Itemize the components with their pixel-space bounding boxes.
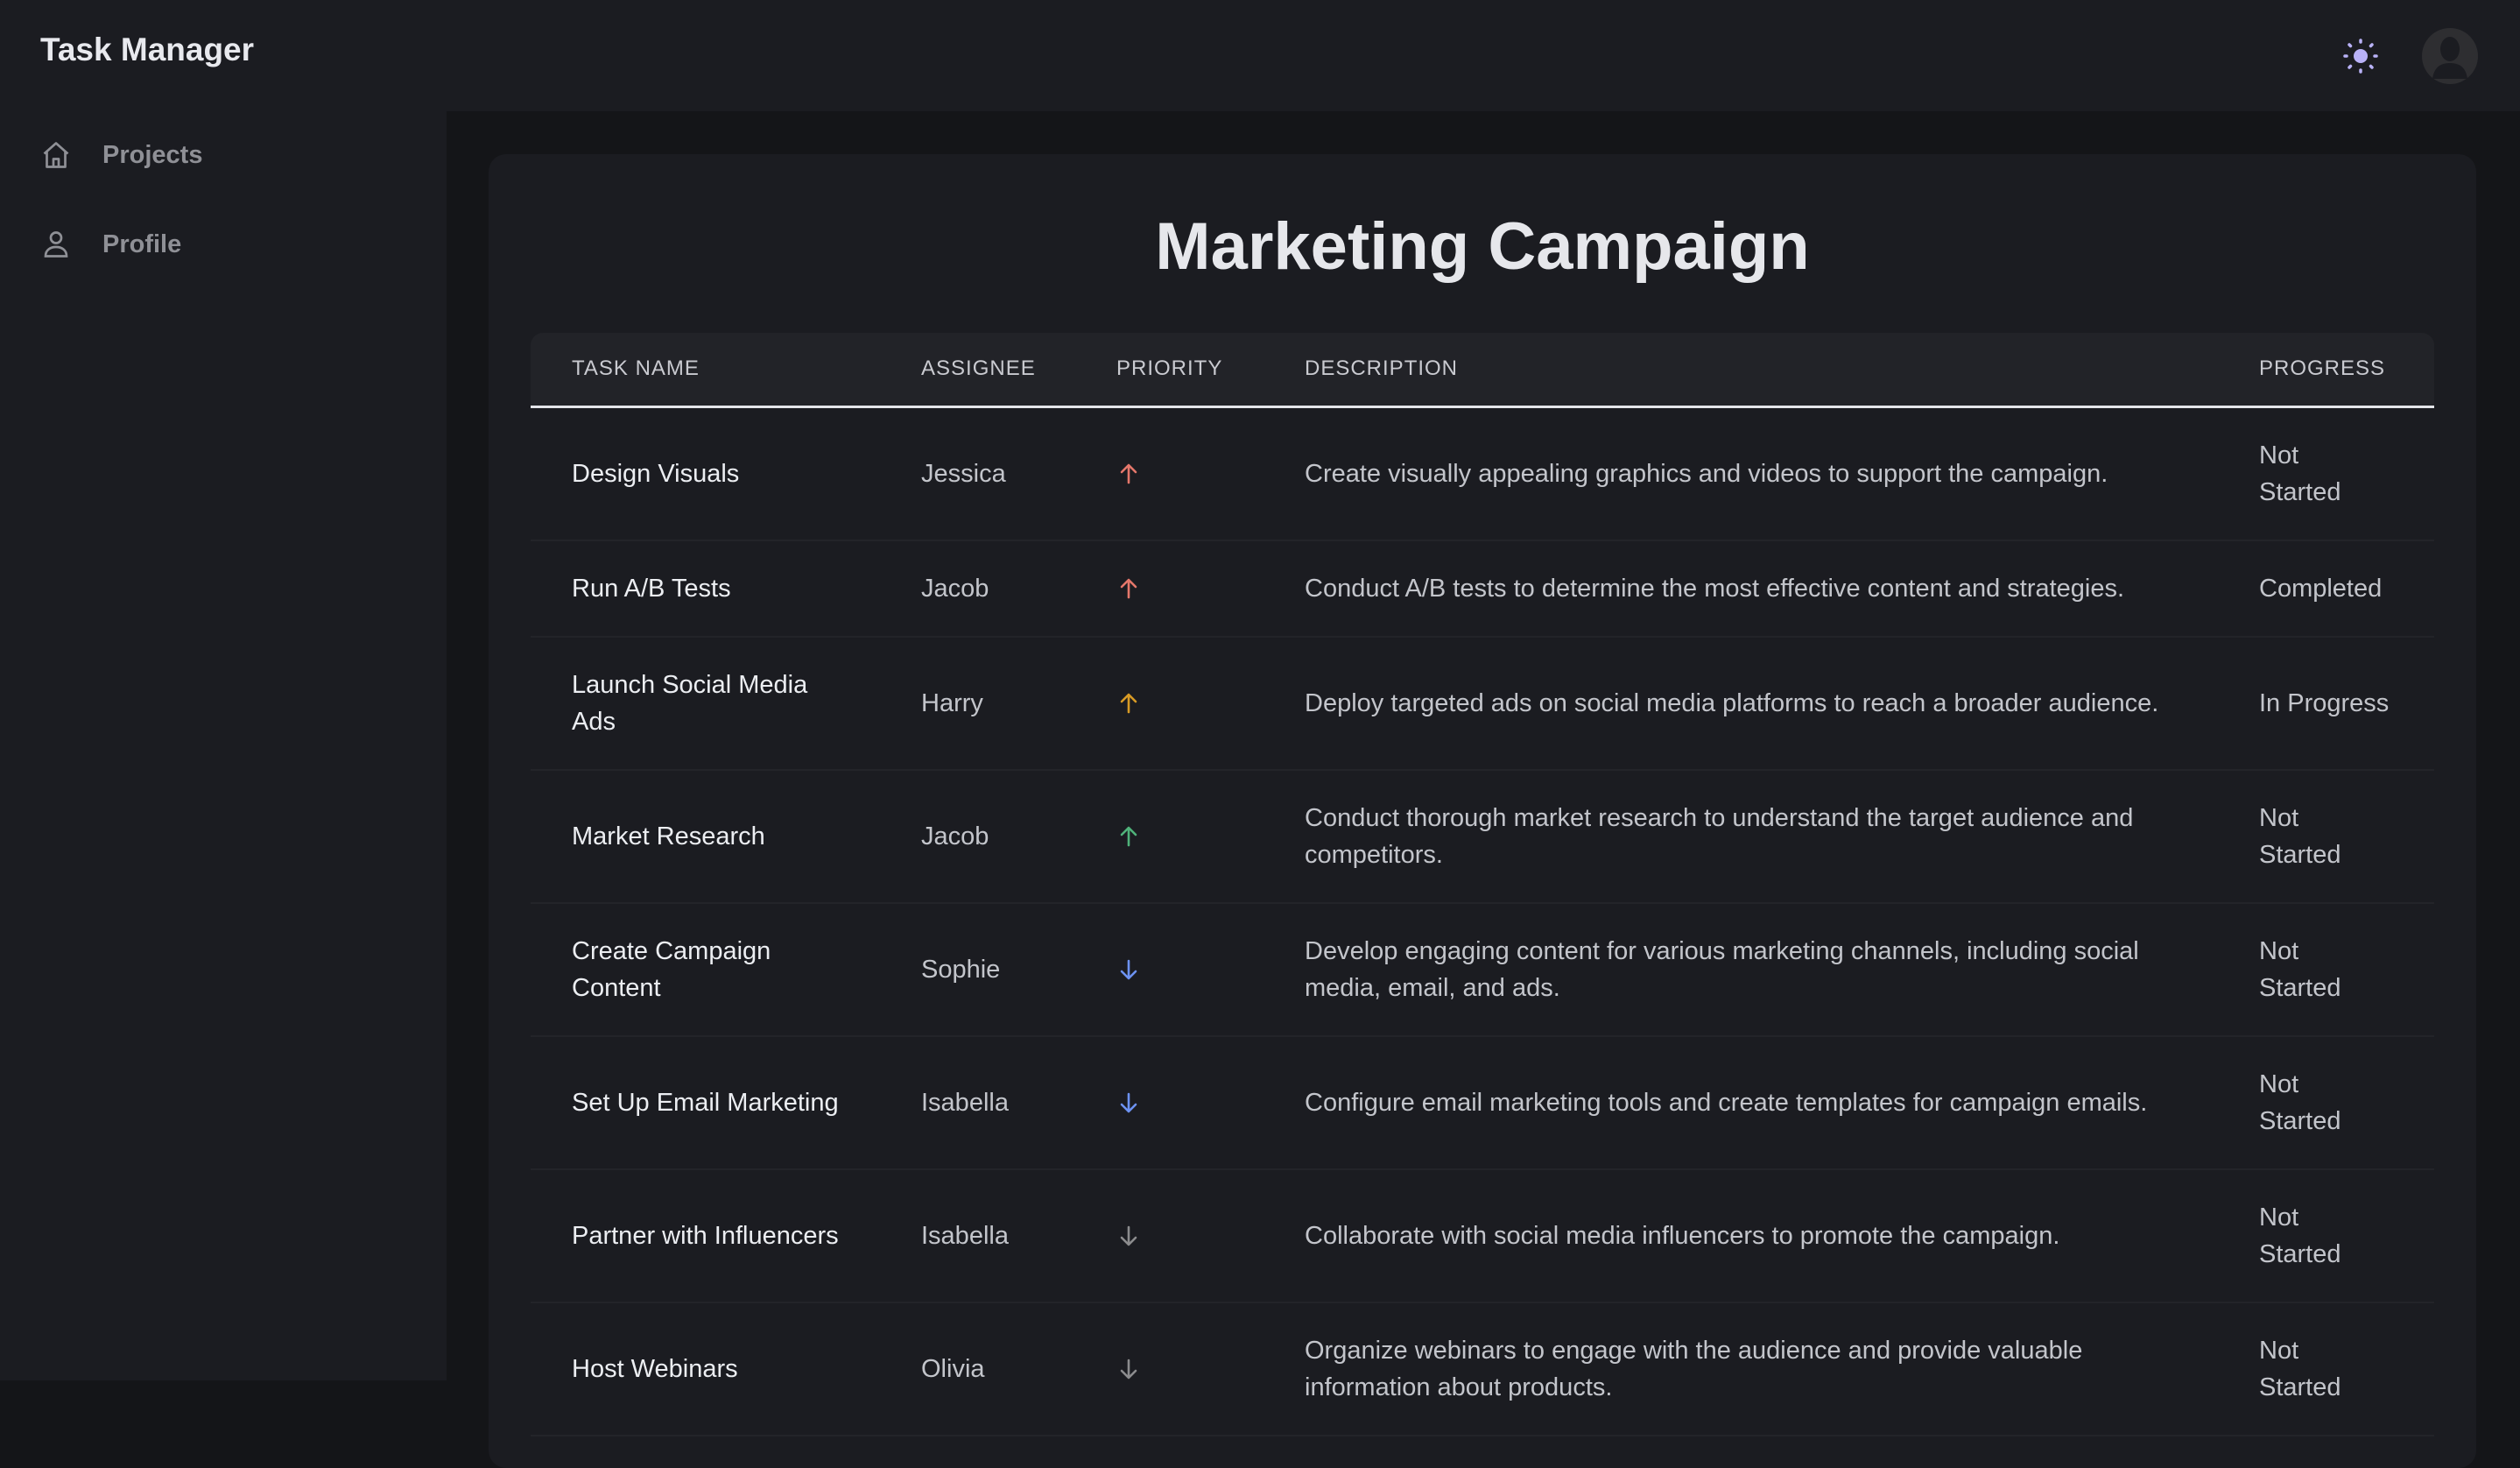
assignee: Harry (880, 636, 1075, 771)
progress: In Progress (2218, 636, 2434, 771)
priority (1075, 1302, 1264, 1436)
progress-status: Completed (2259, 574, 2383, 603)
priority (1075, 636, 1264, 771)
description: Organize webinars to engage with the aud… (1264, 1302, 2218, 1436)
sidebar-item-projects[interactable]: Projects (40, 139, 202, 171)
description: Conduct A/B tests to determine the most … (1264, 540, 2218, 638)
table-header-row: Task Name Assignee Priority Description … (531, 333, 2434, 408)
table-row[interactable]: Host Webinars Olivia Organize webinars to … (531, 1302, 2434, 1436)
theme-toggle-button[interactable] (2340, 35, 2382, 77)
progress: Not Started (2218, 406, 2434, 541)
progress-status: Not Started (2259, 1336, 2341, 1401)
priority (1075, 540, 1264, 638)
progress-status: Not Started (2259, 803, 2341, 869)
progress: Not Started (2218, 1302, 2434, 1436)
arrow-down-icon (1120, 959, 1137, 979)
project-card: Marketing Campaign Task Name Assignee Pr… (489, 154, 2476, 1468)
description: Deploy targeted ads on social media plat… (1264, 636, 2218, 771)
table-row[interactable]: Create Campaign Content Sophie Develop eng… (531, 902, 2434, 1037)
description: Develop engaging content for various mar… (1264, 902, 2218, 1037)
assignee: Sophie (880, 902, 1075, 1037)
sidebar-item-profile[interactable]: Profile (40, 229, 181, 260)
progress: Not Started (2218, 1035, 2434, 1170)
assignee: Isabella (880, 1035, 1075, 1170)
column-header-priority[interactable]: Priority (1075, 333, 1264, 408)
assignee: Jessica (880, 406, 1075, 541)
assignee: Jacob (880, 769, 1075, 904)
user-avatar[interactable] (2422, 28, 2478, 84)
assignee: Olivia (880, 1302, 1075, 1436)
progress-status: Not Started (2259, 441, 2341, 506)
arrow-up-icon (1120, 693, 1137, 713)
arrow-up-icon (1120, 578, 1137, 598)
arrow-up-icon (1120, 826, 1137, 846)
assignee: Jacob (880, 540, 1075, 638)
description: Create visually appealing graphics and v… (1264, 406, 2218, 541)
column-header-task-name[interactable]: Task Name (531, 333, 880, 408)
progress-status: Not Started (2259, 1203, 2341, 1268)
avatar-icon (2432, 37, 2467, 79)
task-name[interactable]: Host Webinars (531, 1302, 880, 1436)
progress: Not Started (2218, 1168, 2434, 1303)
task-name[interactable]: Partner with Influencers (531, 1168, 880, 1303)
task-table: Task Name Assignee Priority Description … (531, 333, 2434, 1436)
priority (1075, 1168, 1264, 1303)
progress: Not Started (2218, 902, 2434, 1037)
task-name[interactable]: Market Research (531, 769, 880, 904)
task-name[interactable]: Run A/B Tests (531, 540, 880, 638)
description: Conduct thorough market research to unde… (1264, 769, 2218, 904)
description: Collaborate with social media influencer… (1264, 1168, 2218, 1303)
table-row[interactable]: Run A/B Tests Jacob Conduct A/B tests to d… (531, 540, 2434, 638)
table-row[interactable]: Partner with Influencers Isabella Collabor… (531, 1168, 2434, 1303)
priority (1075, 902, 1264, 1037)
priority (1075, 769, 1264, 904)
priority (1075, 1035, 1264, 1170)
sidebar-item-label: Projects (102, 140, 203, 169)
progress: Not Started (2218, 769, 2434, 904)
column-header-description[interactable]: Description (1264, 333, 2218, 408)
arrow-down-icon (1120, 1225, 1137, 1246)
task-name[interactable]: Design Visuals (531, 406, 880, 541)
top-bar: Task Manager (0, 0, 2520, 111)
description: Configure email marketing tools and crea… (1264, 1035, 2218, 1170)
table-row[interactable]: Launch Social Media Ads Harry Deploy targe… (531, 636, 2434, 771)
column-header-progress[interactable]: Progress (2218, 333, 2434, 408)
page-title: Marketing Campaign (1155, 209, 1810, 284)
table-row[interactable]: Design Visuals Jessica Create visually app… (531, 406, 2434, 541)
task-name[interactable]: Launch Social Media Ads (531, 636, 880, 771)
assignee: Isabella (880, 1168, 1075, 1303)
arrow-down-icon (1120, 1092, 1137, 1112)
task-name[interactable]: Set Up Email Marketing (531, 1035, 880, 1170)
progress: Completed (2218, 540, 2434, 638)
column-header-assignee[interactable]: Assignee (880, 333, 1075, 408)
app-title: Task Manager (40, 32, 255, 67)
task-name[interactable]: Create Campaign Content (531, 902, 880, 1037)
sun-icon (2343, 39, 2378, 74)
priority (1075, 406, 1264, 541)
progress-status: Not Started (2259, 1069, 2341, 1135)
arrow-up-icon (1120, 463, 1137, 483)
sidebar-item-label: Profile (102, 229, 182, 258)
sidebar: Projects Profile (0, 111, 447, 1380)
progress-status: In Progress (2259, 688, 2390, 717)
table-row[interactable]: Set Up Email Marketing Isabella Configure … (531, 1035, 2434, 1170)
home-icon (43, 142, 69, 168)
arrow-down-icon (1120, 1359, 1137, 1379)
user-icon (44, 231, 68, 258)
progress-status: Not Started (2259, 936, 2341, 1002)
table-row[interactable]: Market Research Jacob Conduct thorough mar… (531, 769, 2434, 904)
